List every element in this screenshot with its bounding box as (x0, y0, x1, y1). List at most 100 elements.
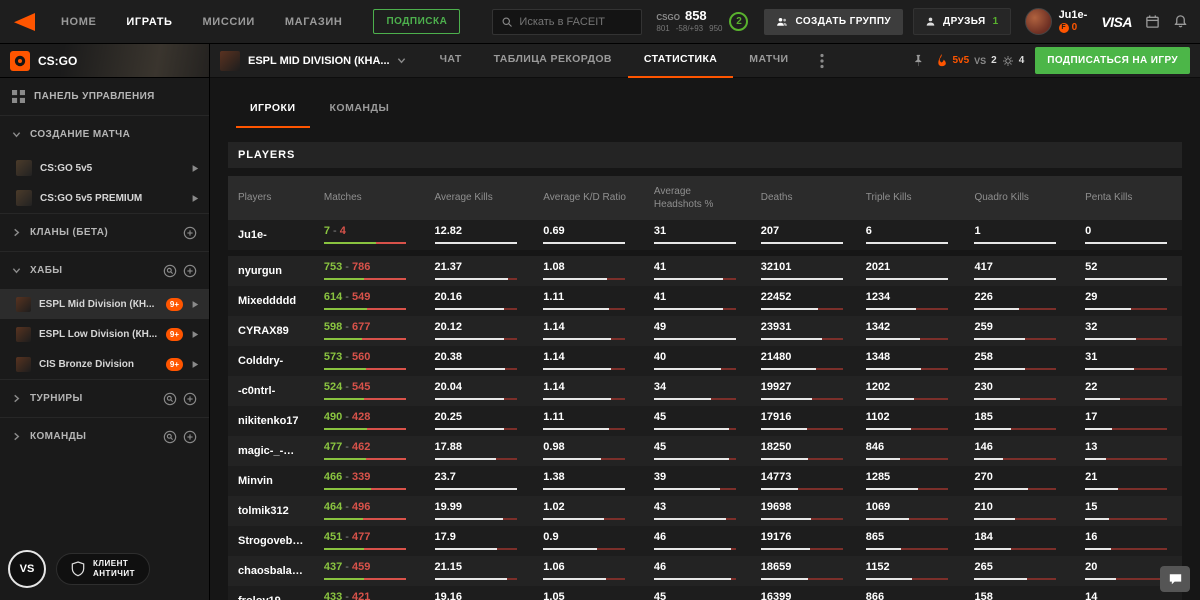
table-row[interactable]: Mixeddddd 614 - 549 20.16 1.11 41 22452 1234 22… (228, 286, 1182, 316)
table-row[interactable]: chaosbalance 437 - 459 21.15 1.06 46 18659 115… (228, 556, 1182, 586)
column-header[interactable]: Average Kills (424, 176, 534, 220)
notifications-bell-icon[interactable] (1173, 14, 1188, 29)
anticheat-client-button[interactable]: КЛИЕНТ АНТИЧИТ (56, 552, 150, 586)
chevron-down-icon (397, 58, 405, 64)
hub-logo[interactable] (220, 50, 240, 71)
search-box[interactable] (492, 8, 643, 35)
search-circle-icon[interactable] (163, 264, 177, 278)
table-row[interactable]: Minvin 466 - 339 23.7 1.38 39 14773 1285 270 21 (228, 466, 1182, 496)
user-menu[interactable]: Ju1e- F 0 (1024, 8, 1088, 35)
wins-value: 466 (323, 471, 343, 483)
sidebar-section-teams[interactable]: КОМАНДЫ (0, 418, 209, 455)
topnav-item[interactable]: МИССИИ (188, 0, 270, 44)
stat-value: 1348 (865, 351, 891, 363)
sidebar-item-dashboard[interactable]: ПАНЕЛЬ УПРАВЛЕНИЯ (0, 78, 209, 115)
table-row[interactable]: tolmik312 464 - 496 19.99 1.02 43 19698 1069 21… (228, 496, 1182, 526)
calendar-icon[interactable] (1145, 14, 1160, 29)
table-row[interactable]: nikitenko17 490 - 428 20.25 1.11 45 17916 1102… (228, 406, 1182, 436)
plus-circle-icon[interactable] (183, 226, 197, 240)
sidebar-hub-item[interactable]: ESPL Low Division (КН... 9+ (0, 319, 209, 349)
player-name-cell[interactable]: -c0ntrl- (228, 376, 314, 406)
faceit-logo[interactable] (12, 12, 36, 32)
search-circle-icon[interactable] (163, 430, 177, 444)
stats-tab[interactable]: КОМАНДЫ (316, 102, 404, 128)
column-header[interactable]: Triple Kills (855, 176, 965, 220)
column-header[interactable]: Matches (313, 176, 425, 220)
hub-tab[interactable]: ТАБЛИЦА РЕКОРДОВ (478, 44, 628, 78)
hub-tab[interactable]: СТАТИСТИКА (627, 44, 734, 78)
subscription-button[interactable]: ПОДПИСКА (373, 9, 461, 34)
sidebar-section-clans[interactable]: КЛАНЫ (БЕТА) (0, 214, 209, 251)
game-selector[interactable]: CS:GO (0, 44, 209, 78)
chat-bubble-icon[interactable] (1160, 566, 1190, 592)
stat-value: 20 (1085, 561, 1098, 573)
table-row[interactable]: CYRAX89 598 - 677 20.12 1.14 49 23931 1342 259 3… (228, 316, 1182, 346)
search-circle-icon[interactable] (163, 392, 177, 406)
topnav-item[interactable]: МАГАЗИН (270, 0, 358, 44)
column-header[interactable]: Average Headshots % (643, 176, 751, 220)
pin-icon[interactable] (912, 54, 925, 67)
sidebar-hub-item[interactable]: ESPL Mid Division (КН... 9+ (0, 289, 209, 319)
create-group-button[interactable]: СОЗДАТЬ ГРУППУ (764, 8, 904, 35)
hub-tab[interactable]: МАТЧИ (733, 44, 804, 78)
table-row[interactable]: Colddry- 573 - 560 20.38 1.14 40 21480 1348 258… (228, 346, 1182, 376)
player-name-cell[interactable]: Strogovebalo (228, 526, 314, 556)
player-name-cell[interactable]: chaosbalance (228, 556, 314, 586)
table-row[interactable]: Strogovebalo 451 - 477 17.9 0.9 46 19176 865 18… (228, 526, 1182, 556)
player-name-cell[interactable]: Mixeddddd (228, 286, 314, 316)
stat-bar (653, 338, 736, 340)
losses-value: 560 (352, 351, 371, 363)
player-name-cell[interactable]: tolmik312 (228, 496, 314, 526)
player-name-cell[interactable]: nyurgun (228, 253, 314, 286)
friends-button[interactable]: ДРУЗЬЯ 1 (913, 8, 1011, 35)
stat-bar (865, 242, 948, 244)
hub-tab[interactable]: ЧАТ (424, 44, 478, 78)
match-creation-label: СОЗДАНИЕ МАТЧА (30, 129, 131, 140)
stat-cell: 21.37 (425, 253, 534, 286)
player-name-cell[interactable]: nikitenko17 (228, 406, 314, 436)
table-row[interactable]: -c0ntrl- 524 - 545 20.04 1.14 34 19927 1202 230… (228, 376, 1182, 406)
player-name-cell[interactable]: CYRAX89 (228, 316, 314, 346)
table-row[interactable]: Ju1e- 7 - 4 12.82 0.69 31 207 6 1 0 (228, 220, 1182, 256)
sidebar-section-hubs[interactable]: ХАБЫ (0, 252, 209, 289)
match-queue-item[interactable]: CS:GO 5v5 PREMIUM (0, 183, 209, 213)
stat-value: 1285 (865, 471, 891, 483)
stat-value: 184 (974, 531, 993, 543)
player-name-cell[interactable]: Ju1e- (228, 220, 314, 256)
avatar[interactable] (1024, 8, 1052, 35)
plus-circle-icon[interactable] (183, 264, 197, 278)
table-row[interactable]: magic-_-mike 477 - 462 17.88 0.98 45 18250 846… (228, 436, 1182, 466)
hub-selector[interactable]: ESPL MID DIVISION (КНА... (248, 55, 406, 67)
user-name: Ju1e- (1058, 8, 1088, 21)
stat-cell: 39 (644, 466, 751, 496)
column-header[interactable]: Penta Kills (1075, 176, 1182, 220)
match-queue-item[interactable]: CS:GO 5v5 (0, 153, 209, 183)
player-name-cell[interactable]: Minvin (228, 466, 314, 496)
player-name-cell[interactable]: Colddry- (228, 346, 314, 376)
sidebar-section-match-creation[interactable]: СОЗДАНИЕ МАТЧА (0, 116, 209, 153)
column-header[interactable]: Players (228, 176, 314, 220)
stats-tab[interactable]: ИГРОКИ (236, 102, 310, 128)
column-header[interactable]: Deaths (750, 176, 856, 220)
search-input[interactable] (519, 15, 634, 28)
table-row[interactable]: nyurgun 753 - 786 21.37 1.08 41 32101 2021 417 5… (228, 253, 1182, 286)
column-header[interactable]: Quadro Kills (964, 176, 1076, 220)
stat-value: 22 (1085, 381, 1098, 393)
sidebar-hub-item[interactable]: CIS Bronze Division 9+ (0, 349, 209, 379)
plus-circle-icon[interactable] (183, 430, 197, 444)
player-name-cell[interactable]: magic-_-mike (228, 436, 314, 466)
stat-bar (653, 398, 736, 400)
topnav-item[interactable]: ИГРАТЬ (111, 0, 187, 44)
table-row[interactable]: frolov19433 - 421 19.16 1.05 45 16399 866 158 1… (228, 586, 1182, 600)
column-header[interactable]: Average K/D Ratio (533, 176, 644, 220)
subscribe-to-game-button[interactable]: ПОДПИСАТЬСЯ НА ИГРУ (1035, 47, 1190, 74)
live-indicator[interactable]: 5v5 VS 2 4 (936, 54, 1024, 67)
sidebar-section-tournaments[interactable]: ТУРНИРЫ (0, 380, 209, 417)
player-name-cell[interactable]: frolov19 (228, 586, 314, 600)
topnav-item[interactable]: HOME (46, 0, 111, 44)
elo-widget[interactable]: CSGO 858 801 -58/+93 950 (656, 8, 722, 33)
plus-circle-icon[interactable] (183, 392, 197, 406)
vs-badge[interactable]: VS (8, 550, 46, 588)
losses-value: 459 (352, 561, 371, 573)
kebab-menu-icon[interactable] (812, 53, 832, 69)
